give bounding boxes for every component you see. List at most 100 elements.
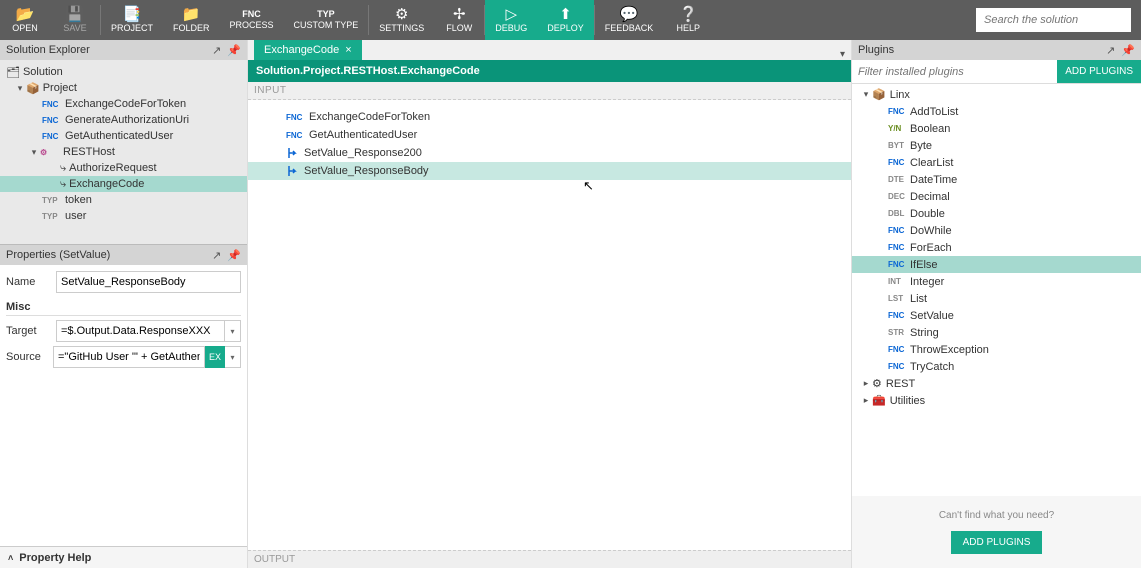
caret-icon[interactable]: ▸ <box>860 378 872 389</box>
property-help-bar[interactable]: ˄Property Help <box>0 546 247 568</box>
caret-icon[interactable]: ▾ <box>14 83 26 94</box>
plugin-item[interactable]: INTInteger <box>852 273 1141 290</box>
tree-item[interactable]: ⤷AuthorizeRequest <box>0 160 247 176</box>
expand-icon[interactable]: ↗ <box>212 249 221 262</box>
typ-badge: TYP <box>42 212 62 221</box>
pin-icon[interactable]: 📌 <box>1121 44 1135 57</box>
folder-open-icon: 📂 <box>16 7 35 22</box>
pin-icon[interactable]: 📌 <box>227 44 241 57</box>
project-node-icon: 📦 <box>26 82 40 95</box>
plugin-item[interactable]: FNCAddToList <box>852 103 1141 120</box>
tree-resthost[interactable]: ▾⚙RESTHost <box>0 144 247 160</box>
flow-button[interactable]: ✢FLOW <box>434 0 484 40</box>
dropdown-icon[interactable]: ▾ <box>225 320 241 342</box>
settings-button[interactable]: ⚙SETTINGS <box>369 0 434 40</box>
tabs-dropdown-icon[interactable]: ▾ <box>834 49 851 60</box>
plugin-item[interactable]: FNCTryCatch <box>852 358 1141 375</box>
add-plugins-button-footer[interactable]: ADD PLUGINS <box>951 531 1043 554</box>
play-icon: ▷ <box>505 7 517 22</box>
tab-exchangecode[interactable]: ExchangeCode × <box>254 40 362 60</box>
chevron-up-icon: ˄ <box>8 553 13 563</box>
process-icon: FNC <box>242 10 261 19</box>
type-badge: FNC <box>888 345 910 354</box>
help-button[interactable]: ❔HELP <box>663 0 713 40</box>
plugin-item[interactable]: STRString <box>852 324 1141 341</box>
plugin-rest[interactable]: ▸⚙REST <box>852 375 1141 392</box>
caret-icon[interactable]: ▸ <box>860 395 872 406</box>
tree-item[interactable]: TYPuser <box>0 208 247 224</box>
plugin-item[interactable]: FNCForEach <box>852 239 1141 256</box>
properties-body: Name Misc Target ▾ Source <box>0 265 247 546</box>
help-icon: ❔ <box>679 7 698 22</box>
save-button[interactable]: 💾SAVE <box>50 0 100 40</box>
prop-name-input[interactable] <box>56 271 241 293</box>
type-badge: FNC <box>888 158 910 167</box>
plugin-item[interactable]: FNCSetValue <box>852 307 1141 324</box>
tabs-bar: ExchangeCode × ▾ <box>248 40 851 60</box>
plugin-tree: ▾📦Linx FNCAddToListY/NBooleanBYTByteFNCC… <box>852 84 1141 496</box>
expression-button[interactable]: EX <box>205 346 225 368</box>
tree-item[interactable]: ⤷ExchangeCode <box>0 176 247 192</box>
plugin-item[interactable]: DBLDouble <box>852 205 1141 222</box>
save-icon: 💾 <box>66 7 85 22</box>
prop-source-label: Source <box>6 351 53 363</box>
solution-tree: 🗂Solution ▾📦Project FNCExchangeCodeForTo… <box>0 60 247 244</box>
caret-icon[interactable]: ▾ <box>860 89 872 100</box>
plugin-item[interactable]: DTEDateTime <box>852 171 1141 188</box>
fnc-badge: FNC <box>286 113 306 122</box>
tree-item[interactable]: FNCGetAuthenticatedUser <box>0 128 247 144</box>
flow-row[interactable]: FNCExchangeCodeForToken <box>248 108 851 126</box>
prop-source-input[interactable] <box>53 346 205 368</box>
gear-icon: ⚙ <box>395 7 408 22</box>
plugin-item[interactable]: FNCIfElse <box>852 256 1141 273</box>
plugin-item[interactable]: Y/NBoolean <box>852 120 1141 137</box>
open-button[interactable]: 📂OPEN <box>0 0 50 40</box>
tree-solution[interactable]: 🗂Solution <box>0 64 247 80</box>
type-badge: INT <box>888 277 910 286</box>
flow-icon: ✢ <box>453 7 466 22</box>
flow-row[interactable]: SetValue_ResponseBody <box>248 162 851 180</box>
plugin-item[interactable]: FNCThrowException <box>852 341 1141 358</box>
prop-target-input[interactable] <box>56 320 225 342</box>
expand-icon[interactable]: ↗ <box>212 44 221 57</box>
dropdown-icon[interactable]: ▾ <box>225 346 241 368</box>
plugin-linx[interactable]: ▾📦Linx <box>852 86 1141 103</box>
pin-icon[interactable]: 📌 <box>227 249 241 262</box>
flow-row[interactable]: SetValue_Response200 <box>248 144 851 162</box>
custom-type-button[interactable]: TYPCUSTOM TYPE <box>284 0 369 40</box>
search-box <box>976 0 1141 40</box>
plugin-item[interactable]: FNCClearList <box>852 154 1141 171</box>
add-plugins-button[interactable]: ADD PLUGINS <box>1057 60 1141 83</box>
typ-badge: TYP <box>42 196 62 205</box>
main-toolbar: 📂OPEN 💾SAVE 📑PROJECT 📁FOLDER FNCPROCESS … <box>0 0 1141 40</box>
type-badge: DEC <box>888 192 910 201</box>
search-input[interactable] <box>976 8 1131 32</box>
tree-item[interactable]: FNCExchangeCodeForToken <box>0 96 247 112</box>
folder-button[interactable]: 📁FOLDER <box>163 0 220 40</box>
plugin-footer: Can't find what you need? ADD PLUGINS <box>852 496 1141 568</box>
process-button[interactable]: FNCPROCESS <box>220 0 284 40</box>
flow-row[interactable]: FNCGetAuthenticatedUser <box>248 126 851 144</box>
plugin-utilities[interactable]: ▸🧰Utilities <box>852 392 1141 409</box>
deploy-button[interactable]: ⬆DEPLOY <box>537 0 594 40</box>
type-badge: FNC <box>888 226 910 235</box>
tree-project[interactable]: ▾📦Project <box>0 80 247 96</box>
debug-button[interactable]: ▷DEBUG <box>485 0 537 40</box>
type-badge: FNC <box>888 107 910 116</box>
plugin-item[interactable]: BYTByte <box>852 137 1141 154</box>
tree-item[interactable]: FNCGenerateAuthorizationUri <box>0 112 247 128</box>
plugin-item[interactable]: LSTList <box>852 290 1141 307</box>
plugin-item[interactable]: FNCDoWhile <box>852 222 1141 239</box>
tree-item[interactable]: TYPtoken <box>0 192 247 208</box>
expand-icon[interactable]: ↗ <box>1106 44 1115 57</box>
feedback-button[interactable]: 💬FEEDBACK <box>595 0 664 40</box>
caret-icon[interactable]: ▾ <box>28 147 40 158</box>
plugin-filter-input[interactable] <box>852 60 1057 83</box>
plugin-item[interactable]: DECDecimal <box>852 188 1141 205</box>
close-icon[interactable]: × <box>345 44 351 56</box>
setvalue-icon <box>286 146 300 160</box>
prop-target-label: Target <box>6 325 56 337</box>
flow-canvas[interactable]: FNCExchangeCodeForTokenFNCGetAuthenticat… <box>248 100 851 550</box>
project-button[interactable]: 📑PROJECT <box>101 0 163 40</box>
chat-icon: 💬 <box>620 7 639 22</box>
